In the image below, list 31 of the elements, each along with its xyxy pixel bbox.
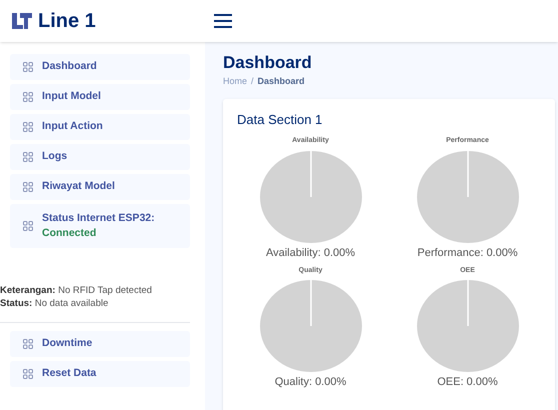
page-title: Dashboard bbox=[223, 52, 313, 74]
info-text: Status: No data available bbox=[0, 297, 110, 310]
nav-item[interactable]: Riwayat Model bbox=[10, 174, 190, 200]
chart-caption: Quality: 0.00% bbox=[274, 375, 346, 389]
logo-icon bbox=[11, 12, 33, 30]
grid-icon bbox=[23, 92, 33, 102]
nav-item[interactable]: Status Internet ESP32: Connected bbox=[10, 204, 190, 248]
grid-icon bbox=[23, 152, 33, 162]
chart-caption: OEE: 0.00% bbox=[437, 375, 498, 389]
grid-icon bbox=[23, 221, 33, 231]
nav-item[interactable]: Logs bbox=[10, 144, 190, 170]
chart-caption: Performance: 0.00% bbox=[417, 246, 518, 260]
breadcrumb-separator: / bbox=[251, 75, 254, 88]
nav-item[interactable]: Input Action bbox=[10, 114, 190, 140]
nav-item[interactable]: Dashboard bbox=[10, 54, 190, 80]
grid-icon bbox=[23, 369, 33, 379]
menu-icon[interactable] bbox=[214, 14, 232, 28]
grid-icon bbox=[23, 339, 33, 349]
grid-icon bbox=[23, 122, 33, 132]
nav-item[interactable]: Downtime bbox=[10, 331, 190, 357]
info-text: Keterangan: No RFID Tap detected bbox=[0, 284, 153, 297]
nav-item[interactable]: Reset Data bbox=[10, 361, 190, 387]
chart-caption: Availability: 0.00% bbox=[266, 246, 356, 260]
card-title: Data Section 1 bbox=[237, 112, 324, 128]
app-title: Line 1 bbox=[38, 9, 96, 34]
nav-label: Status Internet ESP32: bbox=[42, 211, 155, 226]
breadcrumb-current: Dashboard bbox=[258, 75, 305, 88]
grid-icon bbox=[23, 182, 33, 192]
grid-icon bbox=[23, 62, 33, 72]
nav-item[interactable]: Input Model bbox=[10, 84, 190, 110]
connection-status: Connected bbox=[42, 226, 98, 241]
